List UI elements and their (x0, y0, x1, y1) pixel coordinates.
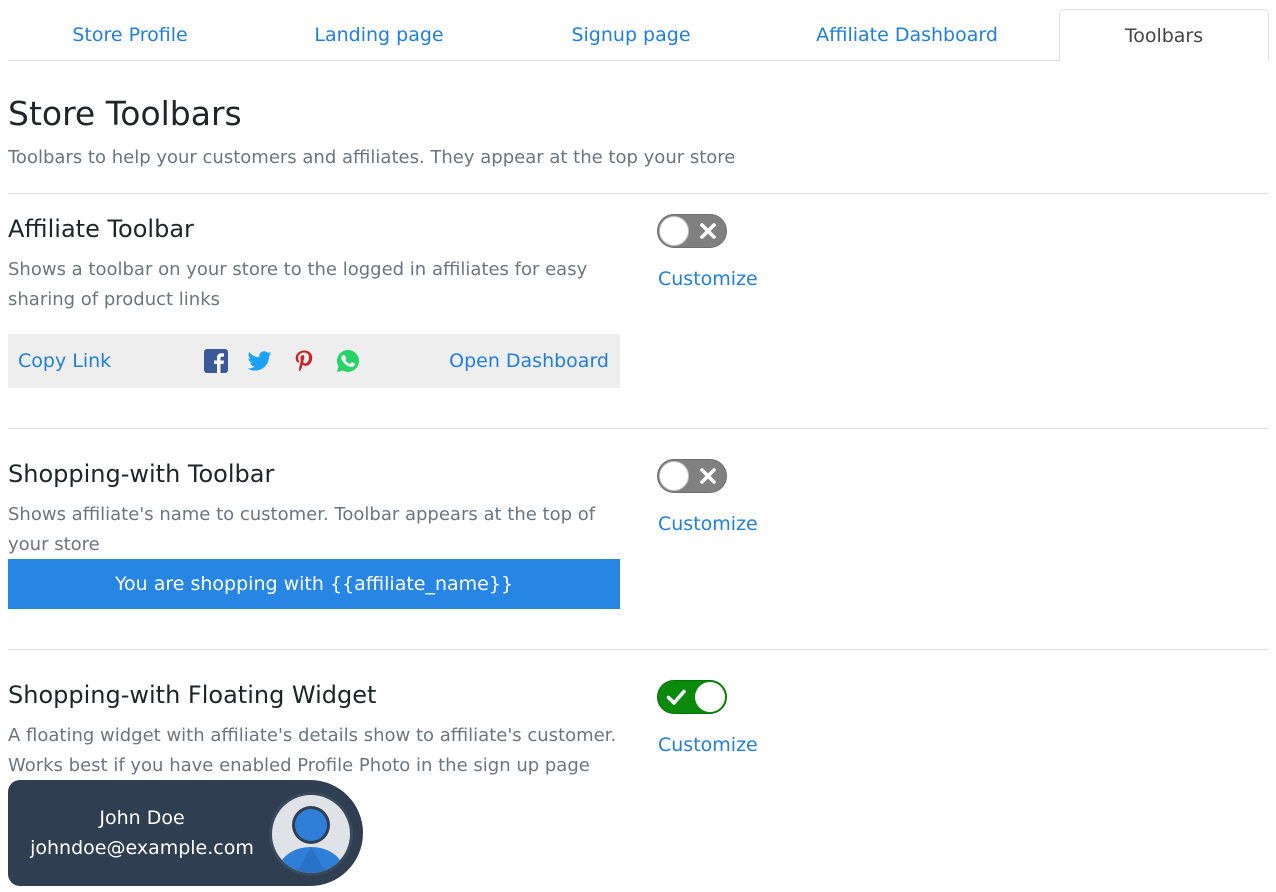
shopping-with-toolbar-preview: You are shopping with {{affiliate_name}} (8, 559, 620, 609)
tab-toolbars[interactable]: Toolbars (1059, 9, 1269, 62)
toggle-knob (659, 216, 689, 246)
facebook-icon[interactable] (204, 349, 228, 373)
section-desc-floating-widget: A floating widget with affiliate's detai… (8, 725, 617, 776)
tab-bar: Store Profile Landing page Signup page A… (8, 9, 1269, 62)
tab-signup-page[interactable]: Signup page (506, 9, 756, 61)
section-title-shopping-with-toolbar: Shopping-with Toolbar (8, 460, 275, 488)
floating-widget-toggle[interactable] (657, 680, 727, 714)
toggle-knob (695, 682, 725, 712)
tab-affiliate-dashboard[interactable]: Affiliate Dashboard (756, 9, 1058, 61)
section-desc-shopping-with-toolbar: Shows affiliate's name to customer. Tool… (8, 504, 596, 555)
floating-widget-preview: John Doe johndoe@example.com (8, 780, 363, 886)
twitter-icon[interactable] (248, 349, 272, 373)
tab-landing-page[interactable]: Landing page (252, 9, 506, 61)
tab-store-profile[interactable]: Store Profile (8, 9, 252, 61)
widget-affiliate-name: John Doe (99, 807, 185, 829)
close-icon (700, 468, 716, 484)
close-icon (700, 223, 716, 239)
section-title-affiliate-toolbar: Affiliate Toolbar (8, 215, 194, 243)
section-title-floating-widget: Shopping-with Floating Widget (8, 681, 377, 709)
page-title: Store Toolbars (8, 94, 242, 133)
whatsapp-icon[interactable] (336, 349, 360, 373)
open-dashboard-button[interactable]: Open Dashboard (449, 350, 609, 372)
section-desc-affiliate-toolbar: Shows a toolbar on your store to the log… (8, 259, 588, 310)
affiliate-toolbar-customize-link[interactable]: Customize (658, 268, 758, 290)
floating-widget-customize-link[interactable]: Customize (658, 734, 758, 756)
toggle-knob (659, 461, 689, 491)
shopping-with-toolbar-customize-link[interactable]: Customize (658, 513, 758, 535)
affiliate-toolbar-preview: Copy Link Open Dashboard (8, 334, 620, 388)
divider (8, 428, 1269, 429)
shopping-with-text: You are shopping with {{affiliate_name}} (114, 573, 514, 595)
avatar (269, 792, 353, 876)
divider (8, 193, 1269, 194)
copy-link-button[interactable]: Copy Link (18, 350, 111, 372)
shopping-with-toolbar-toggle[interactable] (657, 459, 727, 493)
check-icon (666, 689, 686, 705)
affiliate-toolbar-toggle[interactable] (657, 214, 727, 248)
page-subtitle: Toolbars to help your customers and affi… (8, 147, 736, 168)
pinterest-icon[interactable] (292, 349, 316, 373)
widget-affiliate-email: johndoe@example.com (30, 837, 254, 859)
divider (8, 649, 1269, 650)
